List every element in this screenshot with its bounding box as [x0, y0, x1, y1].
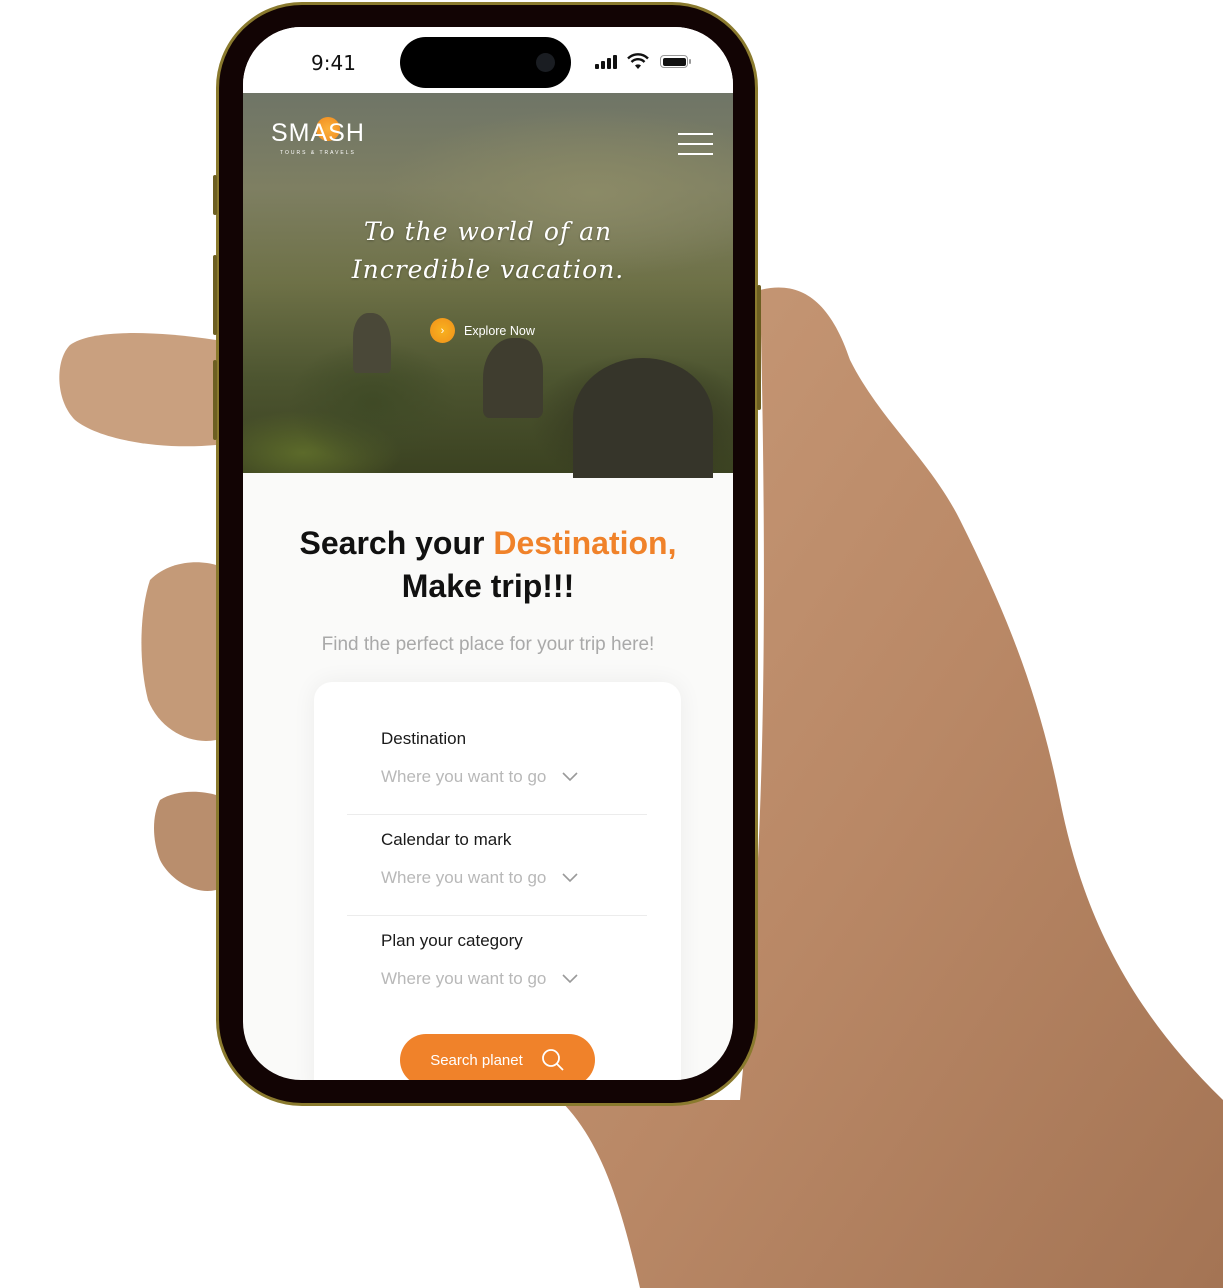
category-field: Plan your category Where you want to go: [381, 931, 641, 989]
chevron-right-icon: ›: [430, 318, 455, 343]
battery-icon: [660, 55, 691, 68]
mountain-peak: [353, 313, 391, 373]
field-divider: [347, 814, 647, 815]
field-divider: [347, 915, 647, 916]
search-icon: [541, 1049, 564, 1071]
hero-headline-line2: Incredible vacation.: [351, 255, 625, 284]
explore-now-label: Explore Now: [464, 323, 535, 338]
calendar-select[interactable]: Where you want to go: [381, 868, 641, 888]
destination-field: Destination Where you want to go: [381, 729, 641, 787]
wifi-icon: [627, 53, 649, 69]
calendar-placeholder: Where you want to go: [381, 868, 547, 887]
mountain-peak: [573, 358, 713, 478]
destination-select[interactable]: Where you want to go: [381, 767, 641, 787]
status-bar: 9:41: [243, 27, 733, 93]
camera-icon: [536, 53, 555, 72]
chevron-down-icon: [562, 873, 578, 883]
destination-label: Destination: [381, 729, 467, 748]
category-select[interactable]: Where you want to go: [381, 969, 641, 989]
hero-banner: SMASH TOURS & TRAVELS To the world of an…: [243, 93, 733, 478]
brand-logo[interactable]: SMASH TOURS & TRAVELS: [271, 117, 365, 156]
phone-volume-up-button: [213, 255, 217, 335]
search-title-prefix: Search your: [299, 525, 494, 561]
brand-name: SMASH: [271, 119, 365, 147]
destination-placeholder: Where you want to go: [381, 767, 547, 786]
phone-power-button: [757, 285, 761, 410]
brand-tagline: TOURS & TRAVELS: [280, 150, 356, 156]
phone-volume-down-button: [213, 360, 217, 440]
phone-action-button: [213, 175, 217, 215]
search-subtitle: Find the perfect place for your trip her…: [321, 634, 655, 655]
mountain-peak: [483, 338, 543, 418]
calendar-label: Calendar to mark: [381, 830, 512, 849]
cellular-signal-icon: [595, 55, 617, 69]
explore-now-button[interactable]: › Explore Now: [430, 318, 535, 343]
chevron-down-icon: [562, 772, 578, 782]
hamburger-menu-icon[interactable]: [678, 133, 713, 155]
hero-headline: To the world of an Incredible vacation.: [243, 213, 733, 289]
search-title-line2: Make trip!!!: [401, 568, 575, 604]
search-title-accent: Destination,: [493, 525, 677, 561]
chevron-down-icon: [562, 974, 578, 984]
hero-headline-line1: To the world of an: [363, 217, 613, 246]
calendar-field: Calendar to mark Where you want to go: [381, 830, 641, 888]
search-planet-button[interactable]: Search planet: [400, 1034, 595, 1080]
status-time: 9:41: [311, 51, 356, 75]
search-form-card: Destination Where you want to go Calenda…: [314, 682, 681, 1080]
search-planet-label: Search planet: [430, 1051, 523, 1069]
dynamic-island: [400, 37, 571, 88]
search-title: Search your Destination, Make trip!!!: [243, 522, 733, 608]
phone-screen: 9:41 SMASH TOURS & TRAVELS To the world …: [243, 27, 733, 1080]
category-placeholder: Where you want to go: [381, 969, 547, 988]
category-label: Plan your category: [381, 931, 523, 950]
